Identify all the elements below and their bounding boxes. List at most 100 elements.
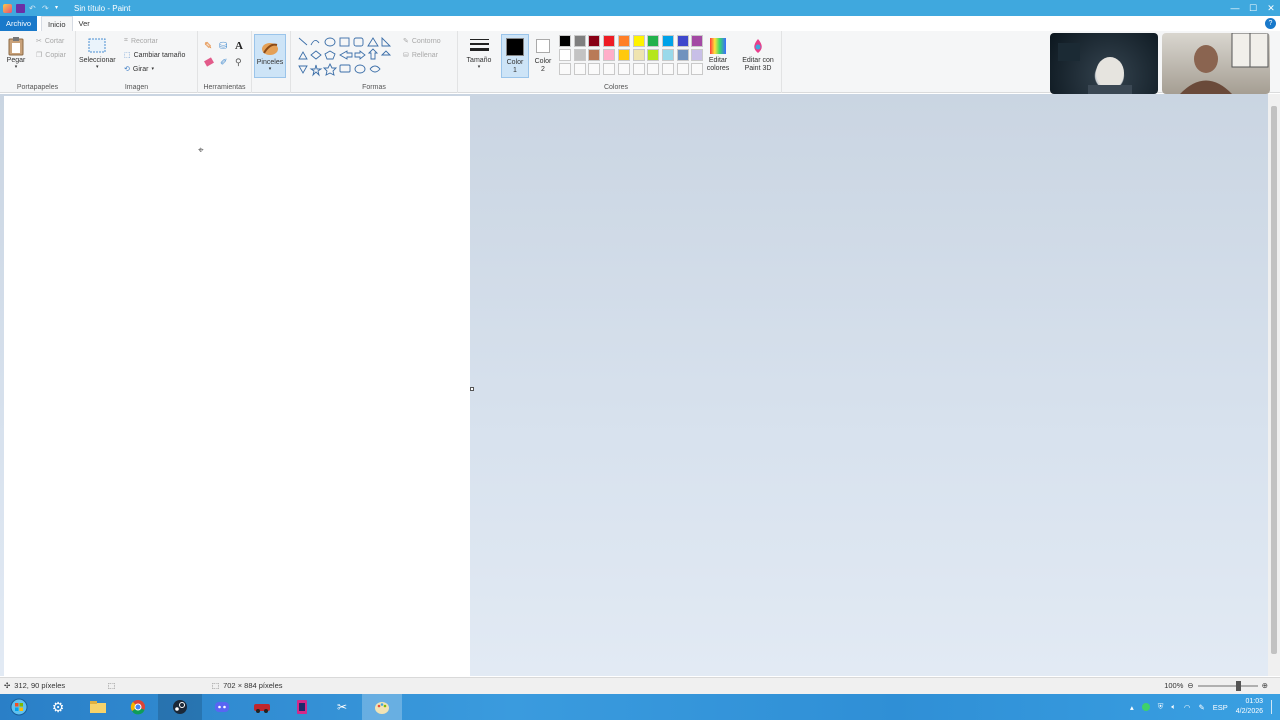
show-hidden-icons-icon[interactable]: ▴	[1130, 703, 1134, 712]
chrome-icon[interactable]	[118, 694, 158, 720]
select-button[interactable]: Seleccionar ▾	[79, 35, 116, 70]
resize-button[interactable]: ⬚ Cambiar tamaño	[124, 51, 185, 60]
color-swatch[interactable]	[617, 35, 630, 47]
color-picker-icon[interactable]: ✐	[220, 57, 228, 68]
color-swatch[interactable]	[676, 35, 689, 47]
cut-button[interactable]: ✂ Cortar	[36, 37, 64, 46]
shapes-gallery[interactable]	[295, 35, 395, 77]
app-launcher-icon[interactable]	[282, 694, 322, 720]
color2-button[interactable]: Color 2	[533, 34, 553, 74]
minimize-button[interactable]: —	[1226, 0, 1244, 16]
maximize-button[interactable]: ☐	[1244, 0, 1262, 16]
size-button[interactable]: Tamaño ▾	[462, 35, 496, 70]
color-swatch[interactable]	[661, 35, 674, 47]
outline-button[interactable]: ✎ Contorno	[403, 37, 441, 46]
color-swatch[interactable]	[588, 35, 601, 47]
paint-taskbar-icon[interactable]	[362, 694, 402, 720]
settings-icon[interactable]: ⚙	[38, 694, 78, 720]
save-icon[interactable]	[16, 3, 25, 13]
steam-icon[interactable]	[158, 694, 202, 720]
color-swatch[interactable]	[603, 35, 616, 47]
magnifier-icon[interactable]: ⚲	[235, 57, 242, 68]
color-swatch[interactable]	[559, 49, 571, 61]
color-swatch[interactable]	[573, 35, 586, 47]
person-silhouette-icon	[1058, 43, 1132, 94]
volume-icon[interactable]: 🔈︎	[1171, 702, 1176, 712]
vertical-scrollbar[interactable]	[1268, 94, 1280, 676]
help-icon[interactable]: ?	[1265, 18, 1276, 29]
color-swatch[interactable]	[632, 35, 645, 47]
paint-app-icon[interactable]	[3, 3, 12, 13]
custom-color-swatch[interactable]	[661, 63, 674, 75]
tab-file[interactable]: Archivo	[0, 16, 38, 31]
shield-icon[interactable]: ⛨	[1158, 702, 1164, 712]
zoom-slider[interactable]	[1197, 680, 1258, 691]
outline-icon: ✎	[403, 38, 409, 45]
text-icon[interactable]: A	[235, 40, 243, 52]
undo-icon[interactable]: ↶	[29, 4, 38, 13]
fill-button[interactable]: ⛁ Rellenar	[403, 51, 438, 60]
color-swatch[interactable]	[588, 49, 601, 61]
color-swatch[interactable]	[647, 49, 660, 61]
color-swatch[interactable]	[559, 35, 571, 47]
input-language[interactable]: ESP	[1213, 703, 1228, 712]
snipping-tool-icon[interactable]: ✂	[322, 694, 362, 720]
zoom-level: 100%	[1164, 681, 1184, 690]
drawing-canvas[interactable]: ⌖	[4, 96, 470, 676]
system-tray: ▴ ⛨ 🔈︎ ◠ ✎ ESP 01:03 4/2/2026	[1130, 694, 1274, 720]
network-status-icon[interactable]	[1141, 703, 1150, 711]
colors-group: Editar colores Editar con Paint 3D Color…	[556, 31, 782, 93]
custom-color-swatch[interactable]	[603, 63, 616, 75]
custom-color-swatch[interactable]	[647, 63, 660, 75]
custom-color-swatch[interactable]	[588, 63, 601, 75]
system-clock[interactable]: 01:03 4/2/2026	[1236, 697, 1263, 717]
outline-label: Contorno	[411, 37, 441, 45]
pen-icon[interactable]: ✎	[1198, 703, 1204, 712]
zoom-slider-knob[interactable]	[1235, 680, 1241, 691]
fill-bucket-icon[interactable]: ⛁	[219, 41, 227, 52]
rotate-button[interactable]: ⟲ Girar ▾	[124, 65, 154, 74]
color1-button[interactable]: Color 1	[501, 34, 529, 78]
custom-color-swatch[interactable]	[573, 63, 586, 75]
tools-group: ✎ ⛁ A ✐ ⚲ Herramientas	[198, 31, 252, 93]
canvas-resize-handle[interactable]	[470, 387, 474, 391]
wifi-icon[interactable]: ◠	[1184, 703, 1191, 712]
start-button[interactable]	[0, 694, 38, 720]
close-button[interactable]: ✕	[1262, 0, 1280, 16]
zoom-out-icon[interactable]: ⊖	[1187, 681, 1193, 690]
paint3d-label: Editar con Paint 3D	[742, 57, 774, 72]
copy-label: Copiar	[45, 51, 66, 59]
paste-button[interactable]: Pegar ▾	[6, 35, 26, 70]
color-swatch[interactable]	[647, 35, 660, 47]
tab-view[interactable]: Ver	[73, 16, 96, 31]
game-app-icon[interactable]	[242, 694, 282, 720]
custom-color-swatch[interactable]	[617, 63, 630, 75]
notifications-icon[interactable]	[1271, 700, 1274, 714]
edit-colors-button[interactable]: Editar colores	[702, 35, 734, 73]
tab-home[interactable]: Inicio	[41, 16, 73, 31]
pencil-icon[interactable]: ✎	[204, 41, 212, 52]
image-size-icon: ⬚	[212, 681, 220, 690]
clipboard-group-label: Portapapeles	[16, 84, 59, 91]
discord-icon[interactable]	[202, 694, 242, 720]
customize-qat-icon[interactable]: ▾	[55, 4, 64, 13]
scrollbar-thumb[interactable]	[1271, 106, 1277, 654]
crop-button[interactable]: ⌗ Recortar	[124, 37, 158, 45]
color-swatch[interactable]	[603, 49, 616, 61]
custom-color-swatch[interactable]	[559, 63, 571, 75]
color-swatch[interactable]	[632, 49, 645, 61]
color-swatch[interactable]	[617, 49, 630, 61]
color-swatch[interactable]	[676, 49, 689, 61]
brushes-button[interactable]: Pinceles ▾	[254, 34, 286, 78]
color-swatch[interactable]	[573, 49, 586, 61]
eraser-icon[interactable]	[204, 57, 214, 67]
file-explorer-icon[interactable]	[78, 694, 118, 720]
redo-icon[interactable]: ↷	[42, 4, 51, 13]
paint3d-button[interactable]: Editar con Paint 3D	[738, 35, 778, 73]
custom-color-swatch[interactable]	[632, 63, 645, 75]
custom-color-swatch[interactable]	[676, 63, 689, 75]
copy-button[interactable]: ❐ Copiar	[36, 51, 66, 60]
selection-size: ⬚	[108, 681, 115, 690]
zoom-in-icon[interactable]: ⊕	[1262, 681, 1268, 690]
color-swatch[interactable]	[661, 49, 674, 61]
